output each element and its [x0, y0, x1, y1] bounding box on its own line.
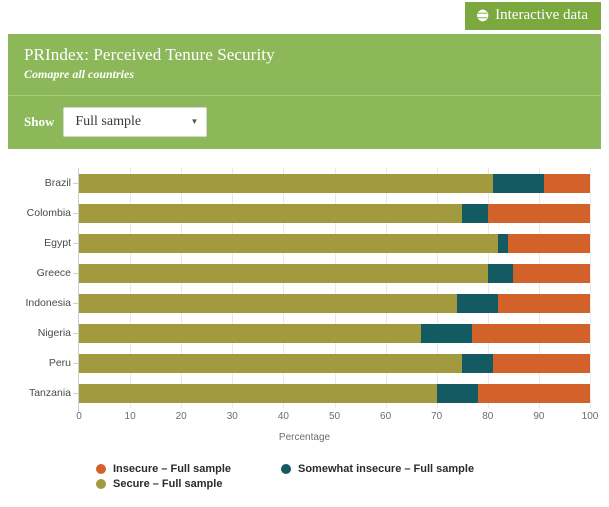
bar-row[interactable]: [79, 263, 590, 283]
bar-segment-somewhat[interactable]: [498, 233, 509, 253]
y-axis-category-label: Colombia: [26, 206, 71, 219]
page-subtitle: Comapre all countries: [24, 67, 135, 81]
x-tick-label: 30: [226, 411, 238, 422]
bar-segment-insecure[interactable]: [508, 233, 590, 253]
legend-line: Insecure – Full sample Somewhat insecure …: [96, 463, 609, 475]
bar-segment-secure[interactable]: [79, 323, 422, 343]
bar-segment-insecure[interactable]: [513, 263, 590, 283]
chart-plot-area: 0 10 20 30 40 50 60 70 80 90 100 Percentage Brazil C…: [0, 158, 609, 443]
bar-segment-somewhat[interactable]: [492, 173, 544, 193]
bar-segment-insecure[interactable]: [472, 323, 590, 343]
x-tick-label: 60: [380, 411, 392, 422]
x-tick-label: 70: [431, 411, 443, 422]
bar-segment-secure[interactable]: [79, 173, 493, 193]
interactive-data-badge-label: Interactive data: [495, 7, 588, 23]
show-label: Show: [24, 114, 55, 129]
y-axis-category-label: Brazil: [44, 176, 71, 189]
y-tick-mark: [73, 213, 79, 214]
y-axis-category-label: Greece: [36, 266, 71, 279]
legend-label: Somewhat insecure – Full sample: [298, 463, 475, 475]
y-tick-mark: [73, 303, 79, 304]
chart-legend: Insecure – Full sample Somewhat insecure …: [0, 463, 609, 493]
bar-row[interactable]: [79, 353, 590, 373]
bar-segment-insecure[interactable]: [498, 293, 590, 313]
bar-segment-insecure[interactable]: [477, 383, 590, 403]
y-axis-category-label: Indonesia: [25, 296, 71, 309]
y-tick-mark: [73, 243, 79, 244]
x-tick-label: 100: [581, 411, 599, 422]
y-tick-mark: [73, 333, 79, 334]
interactive-data-badge[interactable]: Interactive data: [465, 2, 601, 30]
bar-row[interactable]: [79, 173, 590, 193]
page-title: PRIndex: Perceived Tenure Security: [24, 45, 275, 64]
y-tick-mark: [73, 273, 79, 274]
bar-segment-somewhat[interactable]: [462, 353, 493, 373]
bar-segment-secure[interactable]: [79, 383, 437, 403]
bar-segment-secure[interactable]: [79, 263, 488, 283]
bar-row[interactable]: [79, 383, 590, 403]
gridline: [590, 168, 591, 408]
legend-color-swatch: [96, 479, 106, 489]
y-tick-mark: [73, 393, 79, 394]
bar-segment-somewhat[interactable]: [421, 323, 473, 343]
chart-header-panel: PRIndex: Perceived Tenure Security Comap…: [8, 34, 601, 149]
y-axis-category-label: Egypt: [44, 236, 71, 249]
legend-label: Insecure – Full sample: [113, 463, 231, 475]
chevron-down-icon: ▼: [190, 117, 199, 126]
sample-select[interactable]: Full sample ▼: [63, 107, 208, 137]
bar-row[interactable]: [79, 293, 590, 313]
legend-item[interactable]: Somewhat insecure – Full sample: [281, 463, 474, 475]
bar-segment-secure[interactable]: [79, 203, 463, 223]
bar-segment-somewhat[interactable]: [457, 293, 498, 313]
bar-segment-somewhat[interactable]: [436, 383, 478, 403]
bar-segment-somewhat[interactable]: [487, 263, 514, 283]
legend-item[interactable]: Secure – Full sample: [96, 478, 222, 490]
y-axis-category-label: Tanzania: [28, 386, 71, 399]
controls-row: Show Full sample ▼: [8, 96, 601, 149]
x-axis-title: Percentage: [278, 432, 331, 443]
globe-icon: [475, 9, 489, 22]
x-tick-label: 20: [175, 411, 187, 422]
bar-row[interactable]: [79, 323, 590, 343]
legend-color-swatch: [96, 464, 106, 474]
x-tick-label: 90: [533, 411, 545, 422]
y-axis-category-label: Peru: [48, 356, 71, 369]
sample-select-value: Full sample: [75, 114, 142, 129]
y-tick-mark: [73, 183, 79, 184]
x-tick-label: 50: [328, 411, 341, 422]
x-tick-label: 0: [76, 411, 82, 422]
x-tick-label: 80: [482, 411, 494, 422]
title-block: PRIndex: Perceived Tenure Security Comap…: [8, 34, 601, 96]
bar-segment-secure[interactable]: [79, 233, 499, 253]
bar-segment-secure[interactable]: [79, 353, 463, 373]
legend-label: Secure – Full sample: [113, 478, 223, 490]
bar-segment-somewhat[interactable]: [462, 203, 488, 223]
legend-line: Secure – Full sample: [96, 478, 609, 490]
x-tick-label: 10: [124, 411, 136, 422]
y-axis-category-label: Nigeria: [37, 326, 71, 339]
bar-segment-insecure[interactable]: [487, 203, 590, 223]
bar-segment-insecure[interactable]: [492, 353, 590, 373]
bar-segment-insecure[interactable]: [544, 173, 590, 193]
y-tick-mark: [73, 363, 79, 364]
bars-container: [79, 168, 591, 408]
x-tick-label: 40: [277, 411, 289, 422]
legend-item[interactable]: Insecure – Full sample: [96, 463, 281, 475]
x-axis: 0 10 20 30 40 50 60 70 80 90 100 Percentage: [0, 408, 609, 443]
badge-row: Interactive data: [0, 0, 609, 34]
legend-color-swatch: [281, 464, 291, 474]
bar-row[interactable]: [79, 203, 590, 223]
bar-row[interactable]: [79, 233, 590, 253]
bar-segment-secure[interactable]: [79, 293, 458, 313]
